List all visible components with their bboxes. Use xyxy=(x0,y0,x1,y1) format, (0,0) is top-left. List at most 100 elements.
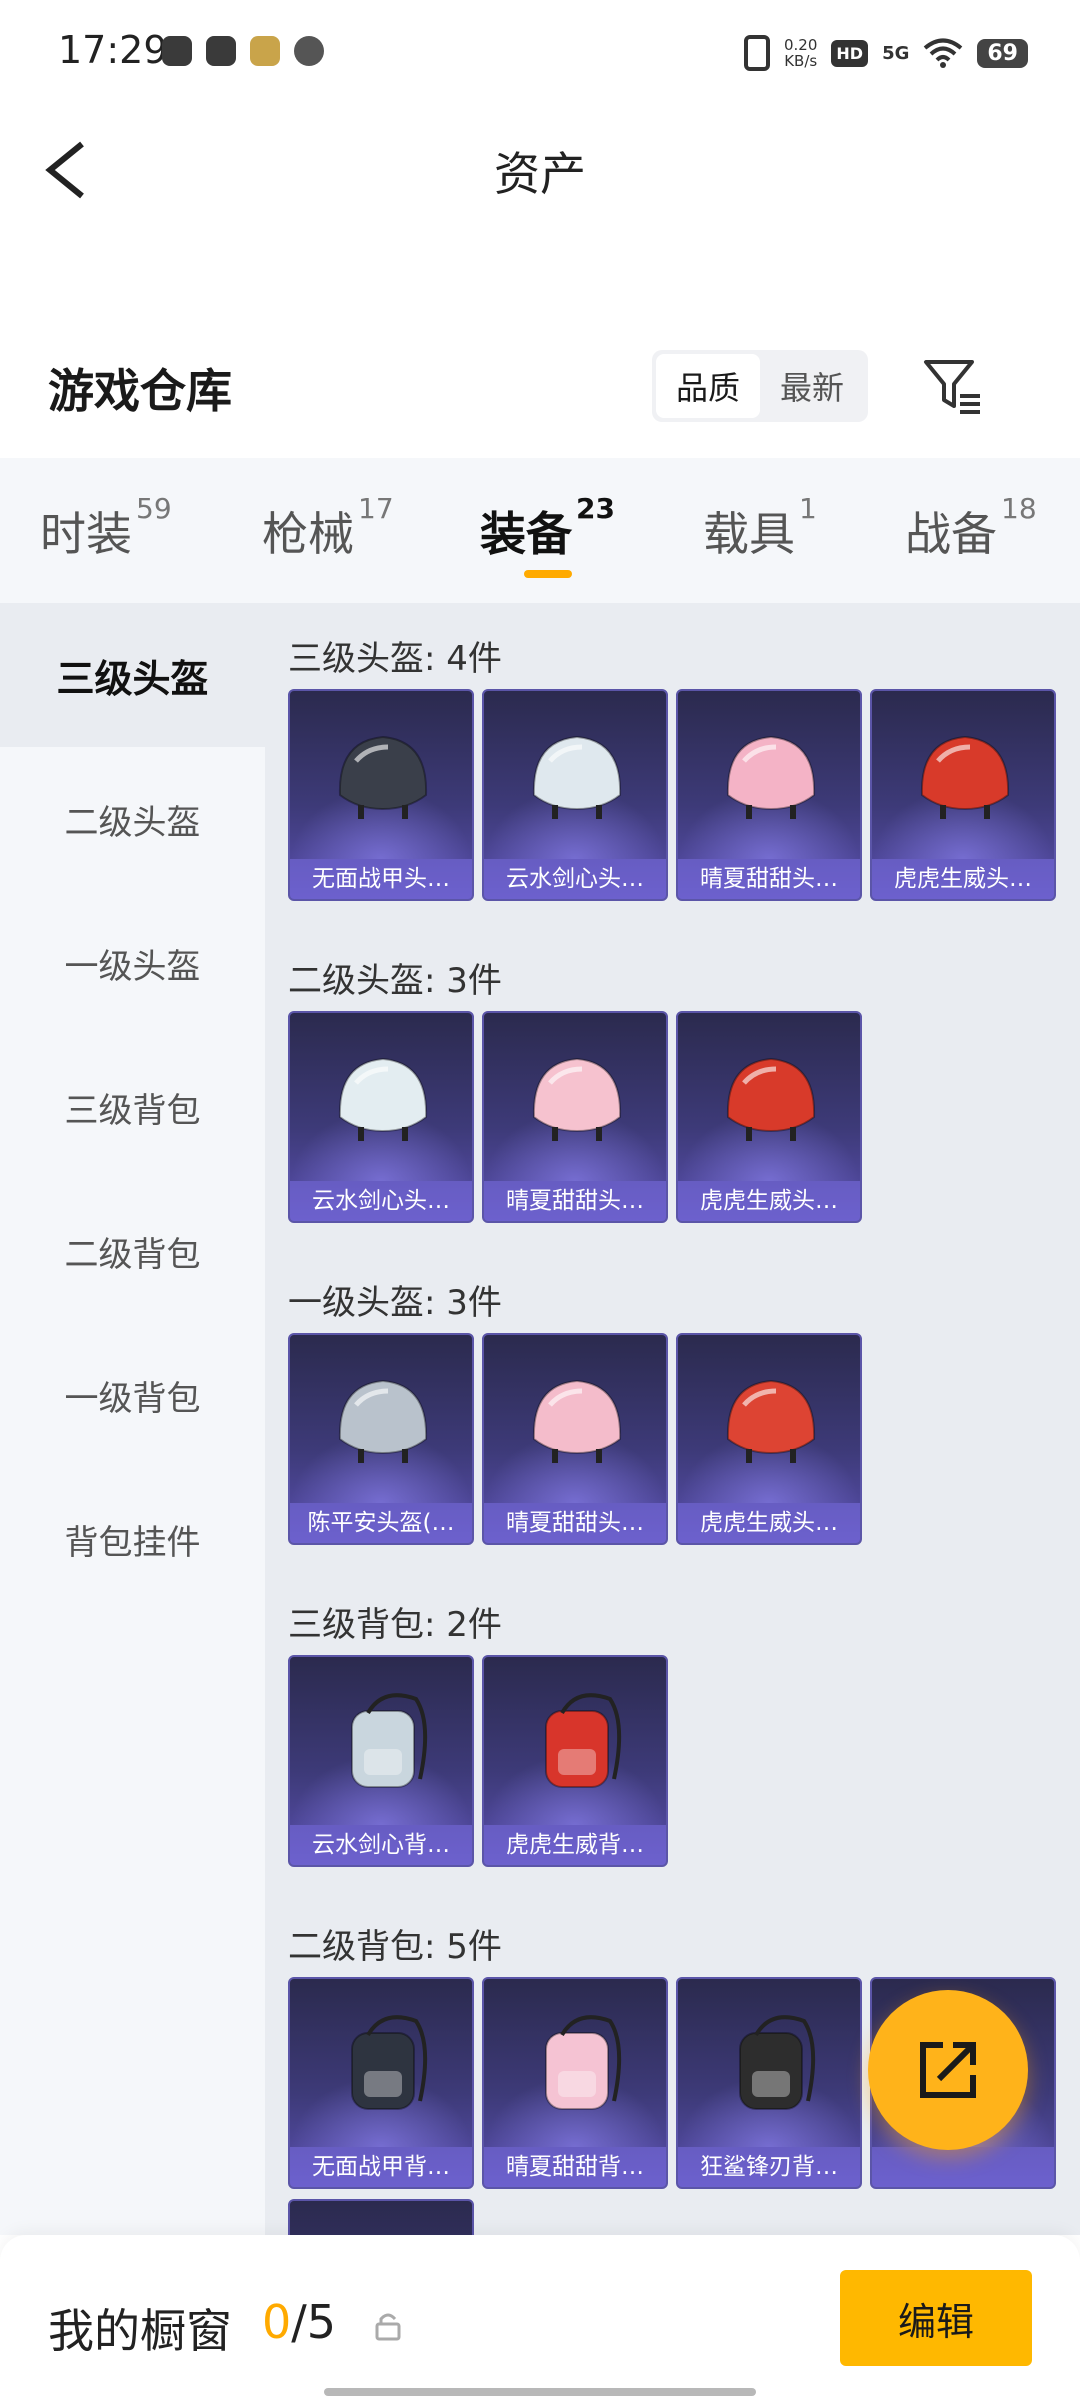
tab-label: 战备 xyxy=(905,507,997,561)
edit-button[interactable]: 编辑 xyxy=(840,2270,1032,2366)
battery-icon: 69 xyxy=(977,38,1028,68)
tab-label: 载具 xyxy=(703,507,795,561)
speed-unit: KB/s xyxy=(784,52,818,70)
backpack-icon xyxy=(545,2015,622,2110)
active-tab-indicator xyxy=(524,570,572,578)
group-title: 三级头盔: 4件 xyxy=(288,639,502,679)
tab-supplies[interactable]: 战备 18 xyxy=(905,492,1037,564)
item-card[interactable]: 无面战甲背… xyxy=(288,1977,474,2189)
tab-count: 1 xyxy=(799,492,817,525)
item-card[interactable]: 虎虎生威头… xyxy=(870,689,1056,901)
item-card[interactable]: 云水剑心头… xyxy=(288,1011,474,1223)
item-label: 虎虎生威头… xyxy=(678,1503,860,1543)
item-card[interactable]: 狂鲨锋刃背… xyxy=(676,1977,862,2189)
item-card[interactable]: 晴夏甜甜头… xyxy=(482,1333,668,1545)
group-title: 二级头盔: 3件 xyxy=(288,961,502,1001)
helmet-icon xyxy=(920,735,1010,819)
sidebar-item-backpack-charm[interactable]: 背包挂件 xyxy=(0,1467,265,1611)
item-card[interactable] xyxy=(288,2199,474,2235)
item-label: 虎虎生威头… xyxy=(872,859,1054,899)
external-link-icon xyxy=(920,2042,976,2098)
tab-firearms[interactable]: 枪械 17 xyxy=(262,492,394,564)
sidebar-item-level1-backpack[interactable]: 一级背包 xyxy=(0,1323,265,1467)
app-notification-icon xyxy=(162,36,192,66)
game-notification-icon xyxy=(250,36,280,66)
sidebar-item-level2-backpack[interactable]: 二级背包 xyxy=(0,1179,265,1323)
helmet-icon xyxy=(532,1379,622,1463)
helmet-icon xyxy=(726,1057,816,1141)
item-label: 云水剑心头… xyxy=(290,1181,472,1221)
sidebar-item-level3-helmet[interactable]: 三级头盔 xyxy=(0,603,265,747)
helmet-icon xyxy=(532,1057,622,1141)
backpack-icon xyxy=(328,2227,438,2235)
item-card[interactable]: 虎虎生威背… xyxy=(482,1655,668,1867)
wechat-notification-icon xyxy=(294,36,324,66)
sort-newest-button[interactable]: 最新 xyxy=(760,354,864,418)
warehouse-title: 游戏仓库 xyxy=(48,364,232,418)
sidebar-item-level1-helmet[interactable]: 一级头盔 xyxy=(0,891,265,1035)
speed-value: 0.20 xyxy=(783,36,818,54)
showcase-count: 0/5 xyxy=(262,2295,336,2349)
item-label: 晴夏甜甜头… xyxy=(484,1181,666,1221)
backpack-icon xyxy=(739,2015,816,2110)
sort-toggle: 品质 最新 xyxy=(652,350,868,422)
wifi-icon xyxy=(924,38,963,68)
network-speed: 0.20 KB/s xyxy=(784,37,817,69)
item-label: 狂鲨锋刃背… xyxy=(678,2147,860,2187)
helmet-icon xyxy=(338,1379,428,1463)
item-card[interactable]: 无面战甲头… xyxy=(288,689,474,901)
category-tabs: 时装 59 枪械 17 装备 23 载具 1 战备 18 xyxy=(0,458,1080,603)
tab-label: 时装 xyxy=(40,507,132,561)
item-label: 云水剑心背… xyxy=(290,1825,472,1865)
group-title: 二级背包: 5件 xyxy=(288,1927,502,1967)
helmet-icon xyxy=(338,735,428,819)
message-notification-icon xyxy=(206,36,236,66)
status-time: 17:29 xyxy=(58,28,168,72)
tab-count: 59 xyxy=(136,492,172,525)
showcase-title: 我的橱窗 xyxy=(48,2304,232,2358)
item-card[interactable]: 虎虎生威头… xyxy=(676,1011,862,1223)
item-card[interactable]: 晴夏甜甜头… xyxy=(482,1011,668,1223)
status-bar: 17:29 0.20 KB/s HD 5G 69 xyxy=(0,0,1080,110)
helmet-icon xyxy=(726,735,816,819)
sidebar: 三级头盔 二级头盔 一级头盔 三级背包 二级背包 一级背包 背包挂件 xyxy=(0,603,265,2235)
sidebar-item-level3-backpack[interactable]: 三级背包 xyxy=(0,1035,265,1179)
item-card[interactable]: 云水剑心背… xyxy=(288,1655,474,1867)
showcase-bar: 我的橱窗 0/5 编辑 xyxy=(0,2235,1080,2400)
item-label: 虎虎生威头… xyxy=(678,1181,860,1221)
helmet-icon xyxy=(338,1057,428,1141)
item-label: 晴夏甜甜背… xyxy=(484,2147,666,2187)
showcase-separator: / xyxy=(291,2295,307,2349)
content-area: 三级头盔 二级头盔 一级头盔 三级背包 二级背包 一级背包 背包挂件 三级头盔:… xyxy=(0,603,1080,2235)
sort-quality-button[interactable]: 品质 xyxy=(656,354,760,418)
item-label: 云水剑心头… xyxy=(484,859,666,899)
item-card[interactable]: 云水剑心头… xyxy=(482,689,668,901)
tab-count: 18 xyxy=(1001,492,1037,525)
showcase-max: 5 xyxy=(306,2295,337,2349)
showcase-current: 0 xyxy=(262,2295,292,2349)
page-title: 资产 xyxy=(494,147,586,201)
tab-label: 枪械 xyxy=(262,507,354,561)
hd-icon: HD xyxy=(831,39,869,67)
helmet-icon xyxy=(726,1379,816,1463)
share-button[interactable] xyxy=(868,1990,1028,2150)
5g-icon: 5G xyxy=(882,42,910,64)
tab-equipment[interactable]: 装备 23 xyxy=(480,492,615,564)
group-title: 一级头盔: 3件 xyxy=(288,1283,502,1323)
backpack-icon xyxy=(545,1693,622,1788)
item-card[interactable]: 晴夏甜甜头… xyxy=(676,689,862,901)
item-card[interactable]: 晴夏甜甜背… xyxy=(482,1977,668,2189)
item-label: 陈平安头盔(… xyxy=(290,1503,472,1543)
item-label xyxy=(872,2147,1054,2187)
sidebar-item-level2-helmet[interactable]: 二级头盔 xyxy=(0,747,265,891)
tab-fashion[interactable]: 时装 59 xyxy=(40,492,172,564)
tab-vehicles[interactable]: 载具 1 xyxy=(703,492,817,564)
vibrate-icon xyxy=(743,35,770,71)
filter-icon[interactable] xyxy=(922,356,986,416)
item-card[interactable]: 虎虎生威头… xyxy=(676,1333,862,1545)
item-label: 虎虎生威背… xyxy=(484,1825,666,1865)
helmet-icon xyxy=(532,735,622,819)
backpack-icon xyxy=(351,1693,428,1788)
tab-count: 23 xyxy=(576,492,615,525)
item-card[interactable]: 陈平安头盔(… xyxy=(288,1333,474,1545)
